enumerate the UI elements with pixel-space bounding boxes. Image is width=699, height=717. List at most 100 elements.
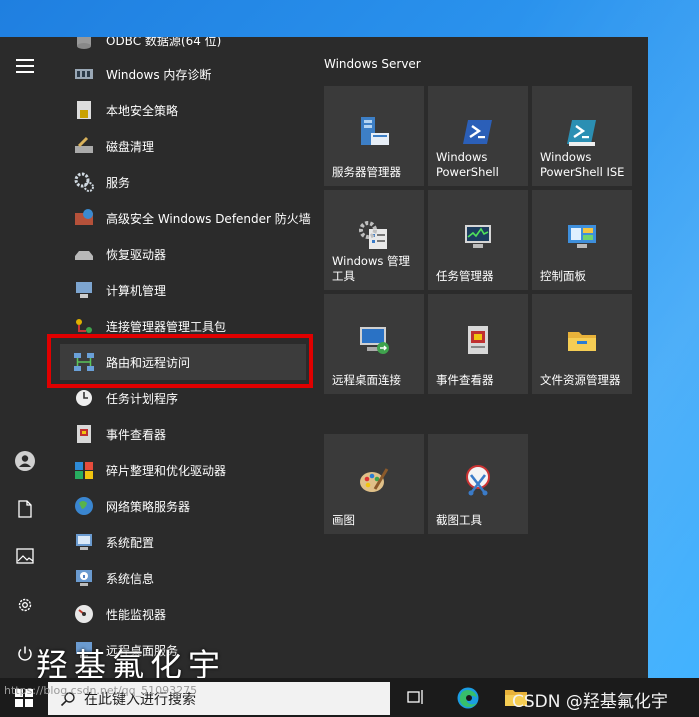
app-item-label: 系统信息 — [106, 571, 155, 586]
tile-label: 画图 — [332, 513, 355, 527]
paint-icon — [356, 462, 392, 498]
tile-label: Windows PowerShell — [436, 150, 499, 179]
tile-label: 服务器管理器 — [332, 165, 401, 179]
user-account-button[interactable] — [0, 440, 50, 482]
start-menu: ODBC 数据源(64 位) Windows 内存诊断 本地安全策略 磁盘清理 … — [0, 37, 648, 678]
firewall-icon — [72, 206, 96, 230]
event-viewer-tile-icon — [460, 322, 496, 358]
powershell-icon — [460, 114, 496, 150]
defrag-icon — [72, 458, 96, 482]
network-policy-server-icon — [72, 494, 96, 518]
app-item-odbc[interactable]: ODBC 数据源(64 位) — [60, 37, 306, 58]
app-item-label: 网络策略服务器 — [106, 499, 191, 514]
tile-remote-desktop-connection[interactable]: 远程桌面连接 — [324, 294, 424, 394]
event-viewer-icon — [72, 422, 96, 446]
app-item-label: 碎片整理和优化驱动器 — [106, 463, 227, 478]
tile-label: 控制面板 — [540, 269, 586, 283]
tile-powershell-ise[interactable]: Windows PowerShell ISE — [532, 86, 632, 186]
power-icon — [18, 646, 32, 661]
taskbar: 在此键入进行搜索 https://blog.csdn.net/qq_510932… — [0, 678, 699, 717]
computer-management-icon — [72, 278, 96, 302]
tile-label: Windows PowerShell ISE — [540, 150, 625, 179]
file-explorer-icon — [564, 322, 600, 358]
admin-tools-icon — [356, 218, 392, 254]
picture-icon — [16, 548, 34, 564]
system-information-icon — [72, 566, 96, 590]
app-item-recovery-drive[interactable]: 恢复驱动器 — [60, 236, 306, 272]
document-icon — [18, 500, 32, 518]
app-item-performance-monitor[interactable]: 性能监视器 — [60, 596, 306, 632]
taskbar-edge-button[interactable] — [454, 684, 482, 712]
app-item-label: 恢复驱动器 — [106, 247, 167, 262]
app-item-label: 连接管理器管理工具包 — [106, 319, 227, 334]
app-item-firewall[interactable]: 高级安全 Windows Defender 防火墙 — [60, 200, 311, 236]
app-item-computer-management[interactable]: 计算机管理 — [60, 272, 306, 308]
tile-powershell[interactable]: Windows PowerShell — [428, 86, 528, 186]
tile-event-viewer[interactable]: 事件查看器 — [428, 294, 528, 394]
app-item-label: 性能监视器 — [106, 607, 167, 622]
tile-snipping-tool[interactable]: 截图工具 — [428, 434, 528, 534]
tile-task-manager[interactable]: 任务管理器 — [428, 190, 528, 290]
snipping-tool-icon — [460, 462, 496, 498]
app-item-label: Windows 内存诊断 — [106, 67, 212, 82]
app-item-event-viewer[interactable]: 事件查看器 — [60, 416, 306, 452]
recovery-drive-icon — [72, 242, 96, 266]
tile-label: 截图工具 — [436, 513, 482, 527]
tile-label: 任务管理器 — [436, 269, 494, 283]
tile-label: 文件资源管理器 — [540, 373, 621, 387]
app-item-label: 任务计划程序 — [106, 391, 179, 406]
system-configuration-icon — [72, 530, 96, 554]
tile-paint[interactable]: 画图 — [324, 434, 424, 534]
gear-icon — [18, 598, 32, 612]
tile-file-explorer[interactable]: 文件资源管理器 — [532, 294, 632, 394]
tiles-group-title: Windows Server — [324, 57, 421, 71]
remote-desktop-connection-icon — [356, 322, 392, 358]
hamburger-icon — [16, 59, 34, 73]
app-item-label: 高级安全 Windows Defender 防火墙 — [106, 211, 311, 226]
app-item-system-information[interactable]: 系统信息 — [60, 560, 306, 596]
local-security-policy-icon — [72, 98, 96, 122]
disk-cleanup-icon — [72, 134, 96, 158]
app-item-network-policy-server[interactable]: 网络策略服务器 — [60, 488, 306, 524]
app-item-label: ODBC 数据源(64 位) — [106, 37, 222, 48]
server-manager-icon — [356, 114, 392, 150]
services-gear-icon — [72, 170, 96, 194]
memory-diagnostic-icon — [72, 62, 96, 86]
user-icon — [15, 451, 35, 471]
app-item-label: 服务 — [106, 175, 131, 190]
documents-button[interactable] — [0, 488, 50, 530]
app-item-label: 本地安全策略 — [106, 103, 179, 118]
task-view-icon — [407, 690, 423, 704]
app-item-system-configuration[interactable]: 系统配置 — [60, 524, 306, 560]
powershell-ise-icon — [564, 114, 600, 150]
watermark-url: https://blog.csdn.net/qq_51093275 — [4, 684, 198, 697]
edge-browser-icon — [457, 687, 479, 709]
app-item-label: 事件查看器 — [106, 427, 167, 442]
app-item-label: 系统配置 — [106, 535, 155, 550]
odbc-icon — [72, 37, 96, 52]
hamburger-menu-button[interactable] — [0, 45, 50, 87]
control-panel-icon — [564, 218, 600, 254]
performance-monitor-icon — [72, 602, 96, 626]
app-item-memory-diagnostic[interactable]: Windows 内存诊断 — [60, 56, 306, 92]
tile-server-manager[interactable]: 服务器管理器 — [324, 86, 424, 186]
app-item-services[interactable]: 服务 — [60, 164, 306, 200]
tile-control-panel[interactable]: 控制面板 — [532, 190, 632, 290]
tile-admin-tools[interactable]: Windows 管理工具 — [324, 190, 424, 290]
app-item-local-security-policy[interactable]: 本地安全策略 — [60, 92, 306, 128]
highlight-box — [47, 334, 313, 388]
settings-button[interactable] — [0, 584, 50, 626]
task-manager-icon — [460, 218, 496, 254]
app-item-disk-cleanup[interactable]: 磁盘清理 — [60, 128, 306, 164]
tile-label: Windows 管理工具 — [332, 254, 410, 283]
task-view-button[interactable] — [404, 685, 428, 709]
task-scheduler-icon — [72, 386, 96, 410]
tile-label: 事件查看器 — [436, 373, 494, 387]
watermark-csdn-label: CSDN @羟基氟化宇 — [512, 692, 668, 712]
tile-label: 远程桌面连接 — [332, 373, 401, 387]
pictures-button[interactable] — [0, 535, 50, 577]
app-item-label: 磁盘清理 — [106, 139, 155, 154]
app-item-defrag[interactable]: 碎片整理和优化驱动器 — [60, 452, 306, 488]
app-item-label: 计算机管理 — [106, 283, 167, 298]
start-left-rail — [0, 37, 50, 678]
